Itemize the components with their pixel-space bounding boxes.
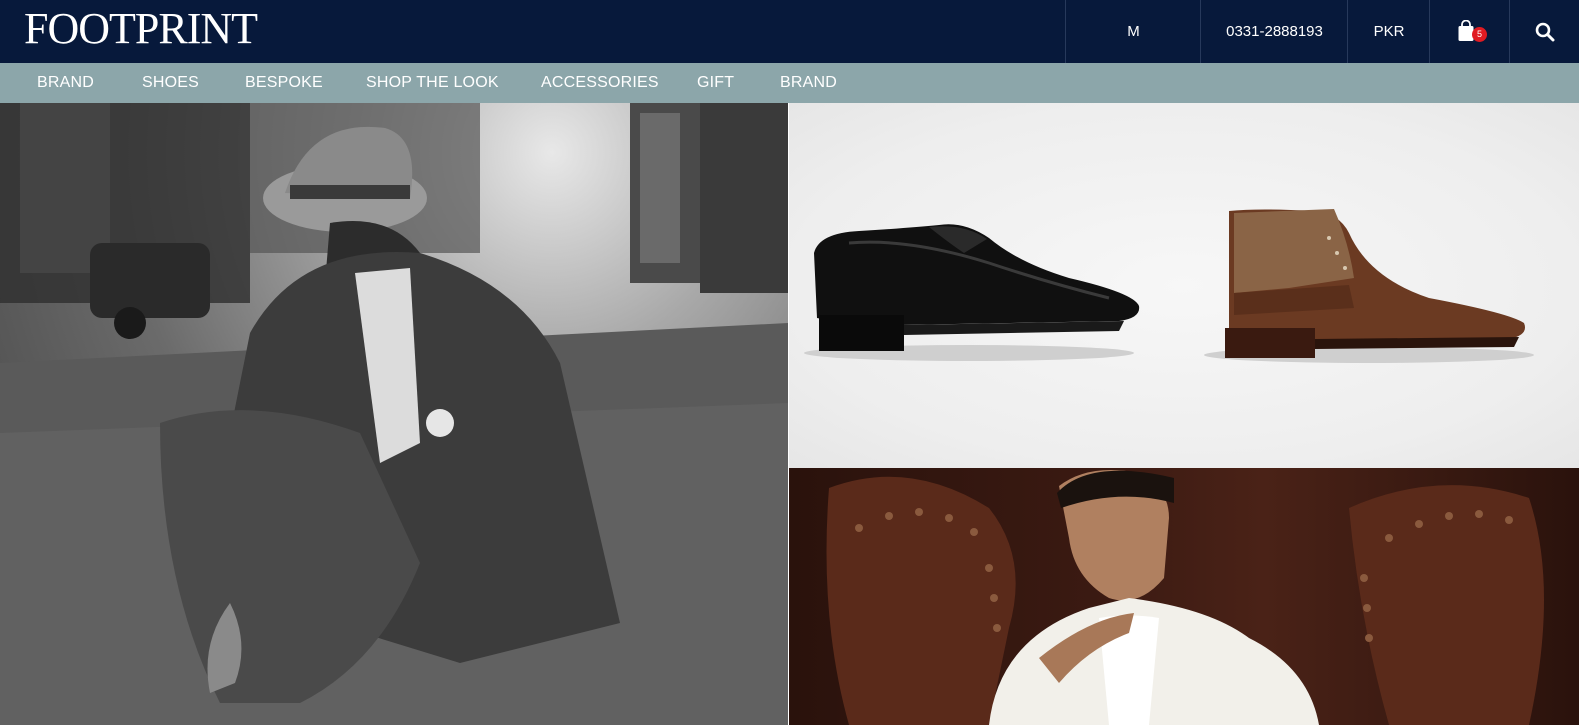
nav-item-brand[interactable]: BRAND bbox=[37, 63, 94, 103]
account-menu[interactable]: M bbox=[1065, 0, 1201, 63]
account-label: M bbox=[1127, 23, 1140, 40]
currency-label: PKR bbox=[1373, 23, 1405, 40]
phone-number: 0331-2888193 bbox=[1226, 23, 1323, 40]
nav-item-gift[interactable]: GIFT bbox=[697, 63, 734, 103]
nav-item-brand-2[interactable]: BRAND bbox=[780, 63, 837, 103]
cart-button[interactable]: 5 bbox=[1429, 0, 1510, 63]
phone-contact[interactable]: 0331-2888193 bbox=[1200, 0, 1348, 63]
nav-item-shoes[interactable]: SHOES bbox=[142, 63, 199, 103]
search-button[interactable] bbox=[1509, 0, 1579, 63]
search-icon bbox=[1535, 22, 1555, 41]
hero-shoes-image[interactable] bbox=[789, 103, 1579, 468]
hero-man-in-hat-image[interactable] bbox=[0, 103, 788, 725]
currency-selector[interactable]: PKR bbox=[1347, 0, 1430, 63]
site-logo[interactable]: FOOTPRINT bbox=[24, 6, 258, 52]
hero-man-on-chair-image[interactable] bbox=[789, 468, 1579, 725]
nav-item-accessories[interactable]: ACCESSORIES bbox=[541, 63, 659, 103]
main-nav: BRAND SHOES BESPOKE SHOP THE LOOK ACCESS… bbox=[0, 63, 1579, 103]
cart-count-badge: 5 bbox=[1472, 26, 1487, 42]
nav-item-shop-the-look[interactable]: SHOP THE LOOK bbox=[366, 63, 499, 103]
nav-item-bespoke[interactable]: BESPOKE bbox=[245, 63, 323, 103]
top-header: FOOTPRINT M 0331-2888193 PKR 5 bbox=[0, 0, 1579, 63]
